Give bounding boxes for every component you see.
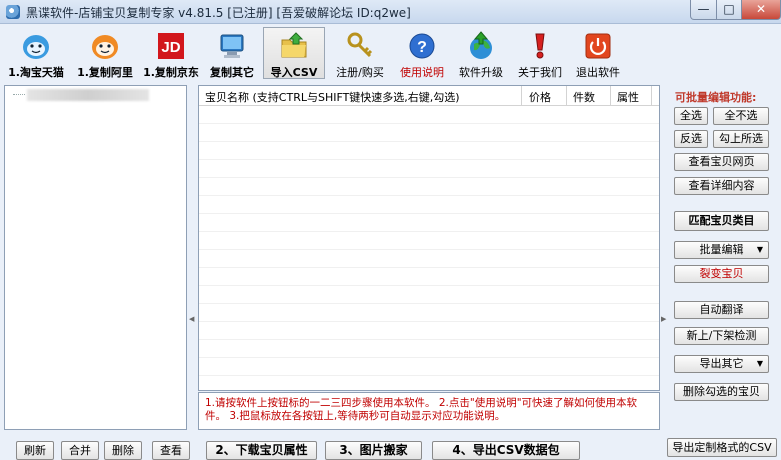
minimize-button[interactable]: —	[690, 0, 717, 20]
column-header-quantity[interactable]: 件数	[573, 89, 595, 105]
power-icon	[585, 33, 611, 59]
toolbar-label: 导入CSV	[270, 66, 318, 79]
check-selected-button[interactable]: 勾上所选	[713, 130, 769, 148]
tree-item-blurred[interactable]	[27, 89, 149, 101]
chevron-down-icon: ▼	[756, 359, 763, 368]
chevron-down-icon: ▼	[756, 245, 763, 254]
export-other-label: 导出其它	[699, 357, 744, 370]
tree-connector	[13, 94, 25, 95]
item-list[interactable]: 宝贝名称 (支持CTRL与SHIFT键快速多选,右键,勾选) 价格 件数 属性	[198, 85, 660, 391]
merge-button[interactable]: 合并	[61, 441, 99, 460]
column-header-name[interactable]: 宝贝名称 (支持CTRL与SHIFT键快速多选,右键,勾选)	[205, 89, 460, 105]
toolbar: 1.淘宝天猫 1.复制阿里 JD 1.复制京东 复制其它 导入CSV 注册/购买…	[0, 25, 781, 83]
listing-check-button[interactable]: 新上/下架检测	[674, 327, 769, 345]
view-item-page-button[interactable]: 查看宝贝网页	[674, 153, 769, 171]
toolbar-label: 关于我们	[518, 66, 562, 79]
taobao-icon	[23, 35, 49, 59]
computer-icon	[220, 34, 244, 58]
jd-icon: JD	[158, 33, 184, 59]
toolbar-upgrade-button[interactable]: 软件升级	[452, 27, 510, 79]
batch-edit-panel: 可批量编辑功能: 全选 全不选 反选 勾上所选 查看宝贝网页 查看详细内容 匹配…	[668, 85, 776, 430]
toolbar-label: 1.复制京东	[143, 66, 199, 79]
column-divider[interactable]	[566, 86, 567, 106]
export-other-dropdown[interactable]: 导出其它 ▼	[674, 355, 769, 373]
image-move-button[interactable]: 3、图片搬家	[325, 441, 422, 460]
batch-edit-dropdown[interactable]: 批量编辑 ▼	[674, 241, 769, 259]
toolbar-alibaba-button[interactable]: 1.复制阿里	[72, 27, 138, 79]
toolbar-copy-other-button[interactable]: 复制其它	[204, 27, 260, 79]
auto-translate-button[interactable]: 自动翻译	[674, 301, 769, 319]
split-item-button[interactable]: 裂变宝贝	[674, 265, 769, 283]
close-button[interactable]: ✕	[741, 0, 781, 20]
toolbar-exit-button[interactable]: 退出软件	[570, 27, 626, 79]
column-divider[interactable]	[651, 86, 652, 106]
left-splitter[interactable]: ◀	[188, 85, 196, 430]
select-all-button[interactable]: 全选	[674, 107, 708, 125]
maximize-button[interactable]: □	[716, 0, 742, 20]
svg-text:JD: JD	[161, 39, 180, 56]
batch-edit-title: 可批量编辑功能:	[675, 91, 757, 104]
alibaba-icon	[92, 35, 118, 59]
batch-edit-label: 批量编辑	[699, 243, 744, 256]
splitter-right-arrow-icon: ▶	[661, 315, 667, 323]
import-folder-icon	[281, 32, 307, 58]
download-attributes-button[interactable]: 2、下载宝贝属性	[206, 441, 317, 460]
toolbar-help-button[interactable]: ? 使用说明	[394, 27, 450, 79]
view-button[interactable]: 查看	[152, 441, 190, 460]
usage-tips: 1.请按软件上按钮标的一二三四步骤使用本软件。 2.点击"使用说明"可快速了解如…	[198, 392, 660, 430]
splitter-left-arrow-icon: ◀	[189, 315, 195, 323]
right-splitter[interactable]: ▶	[660, 85, 668, 430]
key-icon	[347, 32, 373, 58]
window-title: 黑谍软件-店铺宝贝复制专家 v4.81.5 [已注册] [吾爱破解论坛 ID:q…	[26, 6, 411, 20]
globe-upgrade-icon	[470, 31, 492, 59]
refresh-button[interactable]: 刷新	[16, 441, 54, 460]
toolbar-label: 1.复制阿里	[77, 66, 133, 79]
title-bar: 黑谍软件-店铺宝贝复制专家 v4.81.5 [已注册] [吾爱破解论坛 ID:q…	[0, 0, 781, 24]
toolbar-label: 复制其它	[210, 66, 254, 79]
toolbar-register-button[interactable]: 注册/购买	[330, 27, 390, 79]
invert-selection-button[interactable]: 反选	[674, 130, 708, 148]
select-none-button[interactable]: 全不选	[713, 107, 769, 125]
delete-checked-button[interactable]: 删除勾选的宝贝	[674, 383, 769, 401]
toolbar-label: 软件升级	[459, 66, 503, 79]
column-header-price[interactable]: 价格	[529, 89, 551, 105]
match-category-button[interactable]: 匹配宝贝类目	[674, 211, 769, 231]
app-icon	[6, 5, 20, 19]
toolbar-label: 退出软件	[576, 66, 620, 79]
toolbar-label: 使用说明	[400, 66, 444, 79]
list-header: 宝贝名称 (支持CTRL与SHIFT键快速多选,右键,勾选) 价格 件数 属性	[199, 86, 659, 106]
toolbar-about-button[interactable]: 关于我们	[512, 27, 568, 79]
export-custom-csv-button[interactable]: 导出定制格式的CSV	[667, 438, 777, 457]
shop-tree-panel[interactable]	[4, 85, 187, 430]
export-csv-button[interactable]: 4、导出CSV数据包	[432, 441, 580, 460]
column-divider[interactable]	[521, 86, 522, 106]
svg-text:?: ?	[417, 39, 427, 56]
toolbar-label: 1.淘宝天猫	[8, 66, 64, 79]
view-details-button[interactable]: 查看详细内容	[674, 177, 769, 195]
toolbar-jd-button[interactable]: JD 1.复制京东	[138, 27, 204, 79]
help-icon: ?	[409, 33, 435, 59]
toolbar-taobao-button[interactable]: 1.淘宝天猫	[2, 27, 70, 79]
toolbar-label: 注册/购买	[336, 66, 384, 79]
exclamation-icon	[535, 33, 545, 59]
column-header-attributes[interactable]: 属性	[617, 89, 639, 105]
delete-button[interactable]: 删除	[104, 441, 142, 460]
column-divider[interactable]	[610, 86, 611, 106]
toolbar-import-csv-button[interactable]: 导入CSV	[263, 27, 325, 79]
list-body[interactable]	[199, 106, 659, 390]
